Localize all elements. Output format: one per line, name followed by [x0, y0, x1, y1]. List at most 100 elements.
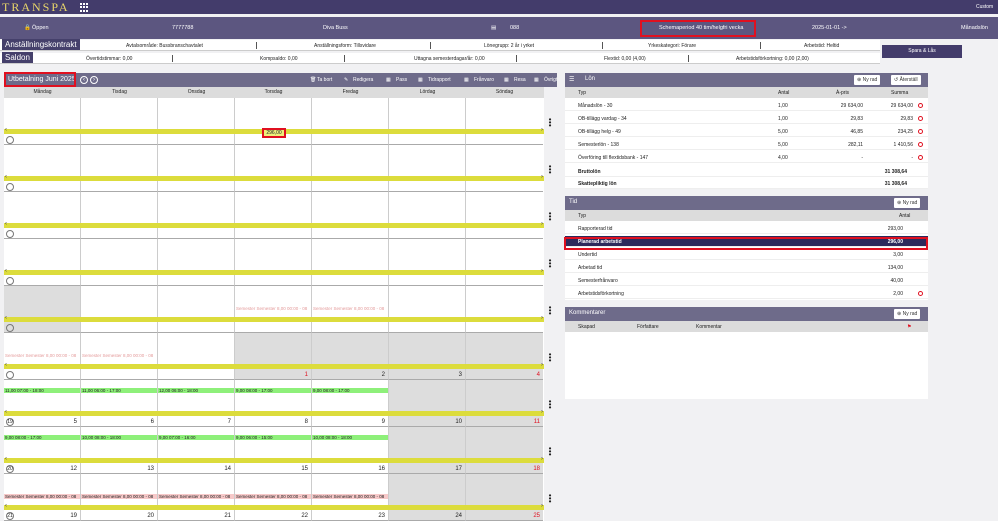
calendar-day-cell[interactable] — [158, 192, 235, 239]
calendar-event[interactable]: 9,00 08:00 - 17:00 — [4, 435, 80, 440]
calendar-day-cell[interactable] — [389, 239, 466, 286]
chevron-right-icon[interactable]: › — [541, 268, 543, 274]
calendar-day-cell[interactable] — [158, 239, 235, 286]
calendar-event[interactable]: Semester Semester 8,00 00:00 - 08 — [81, 353, 157, 358]
user-menu[interactable]: Custom — [976, 4, 993, 10]
flag-icon[interactable]: ⚑ — [907, 324, 911, 330]
week-menu-icon[interactable]: • • • — [548, 210, 552, 224]
calendar-day-cell[interactable] — [312, 145, 389, 192]
calendar-day-cell[interactable]: 1 — [235, 333, 312, 380]
calendar-icon[interactable]: ▦ — [418, 77, 423, 83]
calendar-day-cell[interactable]: 2 — [312, 333, 389, 380]
week-summary-bar[interactable]: ‹ › — [4, 409, 544, 416]
calendar-event[interactable]: Semester Semester 8,00 00:00 - 08 — [235, 494, 311, 499]
week-menu-icon[interactable]: • • • — [548, 398, 552, 412]
calendar-day-cell[interactable] — [4, 145, 81, 192]
calendar-day-cell[interactable] — [466, 98, 543, 145]
week-menu-icon[interactable]: • • • — [548, 163, 552, 177]
next-month-icon[interactable]: › — [90, 76, 98, 84]
calendar-day-cell[interactable]: 10 — [389, 380, 466, 427]
time-row[interactable]: Rapporterad tid 293,00 — [565, 223, 928, 234]
edit-button[interactable]: Redigera — [353, 77, 373, 83]
absence-button[interactable]: Frånvaro — [474, 77, 494, 83]
chevron-left-icon[interactable]: ‹ — [5, 174, 7, 180]
calendar-event[interactable]: 12,00 06:00 - 18:00 — [158, 388, 234, 393]
calendar-event[interactable]: 9,00 06:00 - 15:00 — [235, 435, 311, 440]
chevron-left-icon[interactable]: ‹ — [5, 362, 7, 368]
week-menu-icon[interactable]: • • • — [548, 445, 552, 459]
delete-icon[interactable]: 🗑 — [310, 77, 316, 83]
chevron-right-icon[interactable]: › — [541, 127, 543, 133]
calendar-day-cell[interactable]: 4 — [466, 333, 543, 380]
calendar-day-cell[interactable] — [312, 192, 389, 239]
calendar-day-cell[interactable] — [4, 192, 81, 239]
calendar-day-cell[interactable] — [466, 286, 543, 333]
calendar-day-cell[interactable] — [81, 192, 158, 239]
salary-row[interactable]: Semesterlön - 138 5,00 282,11 1 410,56 — [565, 139, 928, 150]
new-row-button[interactable]: ⊕ Ny rad — [854, 75, 881, 85]
other-button[interactable]: Övrigt — [544, 77, 557, 83]
week-menu-icon[interactable]: • • • — [548, 304, 552, 318]
salary-row[interactable]: OB-tillägg helg - 49 5,00 46,85 234,25 — [565, 126, 928, 137]
calendar-day-cell[interactable] — [312, 98, 389, 145]
calendar-icon[interactable]: ▦ — [504, 77, 509, 83]
calendar-event[interactable]: Semester Semester 8,00 00:00 - 08 — [4, 494, 80, 499]
calendar-event[interactable]: Semester Semester 8,00 00:00 - 08 — [312, 306, 388, 311]
week-summary-bar[interactable]: ‹ › — [4, 315, 544, 322]
time-row[interactable]: Semesterfrånvaro 40,00 — [565, 275, 928, 286]
salary-row[interactable]: Månadslön - 30 1,00 29 634,00 29 634,00 — [565, 100, 928, 111]
timereport-button[interactable]: Tidrapport — [428, 77, 451, 83]
calendar-day-cell[interactable] — [389, 192, 466, 239]
new-row-button[interactable]: ⊕ Ny rad — [894, 198, 921, 208]
calendar-day-cell[interactable] — [81, 98, 158, 145]
calendar-day-cell[interactable]: 24 — [389, 474, 466, 521]
salary-row[interactable]: OB-tillägg vardag - 34 1,00 29,83 29,83 — [565, 113, 928, 124]
week-menu-icon[interactable]: • • • — [548, 492, 552, 506]
week-summary-bar[interactable]: ‹ › — [4, 362, 544, 369]
time-row[interactable]: Arbetad tid 134,00 — [565, 262, 928, 273]
calendar-icon[interactable]: ▦ — [464, 77, 469, 83]
travel-button[interactable]: Resa — [514, 77, 526, 83]
chevron-left-icon[interactable]: ‹ — [5, 503, 7, 509]
calendar-day-cell[interactable] — [4, 239, 81, 286]
calendar-day-cell[interactable] — [389, 286, 466, 333]
calendar-day-cell[interactable] — [4, 286, 81, 333]
calendar-day-cell[interactable] — [158, 145, 235, 192]
week-summary-bar[interactable]: ‹ › — [4, 174, 544, 181]
week-menu-icon[interactable]: • • • — [548, 351, 552, 365]
calendar-event[interactable]: 9,00 08:00 - 17:00 — [312, 388, 388, 393]
calendar-event[interactable]: 9,00 07:00 - 16:00 — [158, 435, 234, 440]
chevron-left-icon[interactable]: ‹ — [5, 221, 7, 227]
calendar-event[interactable]: Semester Semester 8,00 00:00 - 08 — [158, 494, 234, 499]
calendar-day-cell[interactable] — [312, 239, 389, 286]
chevron-right-icon[interactable]: › — [541, 221, 543, 227]
calendar-event[interactable]: 10,00 08:00 - 18:00 — [312, 435, 388, 440]
calendar-event[interactable]: Semester Semester 8,00 00:00 - 08 — [4, 353, 80, 358]
calendar-day-cell[interactable] — [466, 192, 543, 239]
calendar-day-cell[interactable] — [389, 98, 466, 145]
week-menu-icon[interactable]: • • • — [548, 257, 552, 271]
calendar-event[interactable]: Semester Semester 8,00 00:00 - 08 — [235, 306, 311, 311]
calendar-day-cell[interactable] — [81, 145, 158, 192]
calendar-day-cell[interactable] — [466, 145, 543, 192]
week-summary-bar[interactable]: ‹ › — [4, 221, 544, 228]
calendar-event[interactable]: 9,00 08:00 - 17:00 — [235, 388, 311, 393]
edit-icon[interactable]: ✎ — [344, 77, 348, 83]
chevron-left-icon[interactable]: ‹ — [5, 409, 7, 415]
calendar-day-cell[interactable]: 18 — [466, 427, 543, 474]
pass-button[interactable]: Pass — [396, 77, 407, 83]
remove-icon[interactable] — [918, 129, 923, 136]
time-row[interactable]: Undertid 3,00 — [565, 249, 928, 260]
calendar-day-cell[interactable]: 17 — [389, 427, 466, 474]
calendar-day-cell[interactable]: 11 — [466, 380, 543, 427]
new-row-button[interactable]: ⊕ Ny rad — [894, 309, 921, 319]
calendar-day-cell[interactable] — [158, 98, 235, 145]
chevron-left-icon[interactable]: ‹ — [5, 268, 7, 274]
remove-icon[interactable] — [918, 291, 923, 298]
chevron-left-icon[interactable]: ‹ — [5, 127, 7, 133]
calendar-day-cell[interactable] — [81, 239, 158, 286]
calendar-event[interactable]: Semester Semester 8,00 00:00 - 08 — [312, 494, 388, 499]
calendar-icon[interactable]: ▦ — [534, 77, 539, 83]
calendar-day-cell[interactable] — [466, 239, 543, 286]
apps-grid-icon[interactable] — [80, 3, 89, 12]
